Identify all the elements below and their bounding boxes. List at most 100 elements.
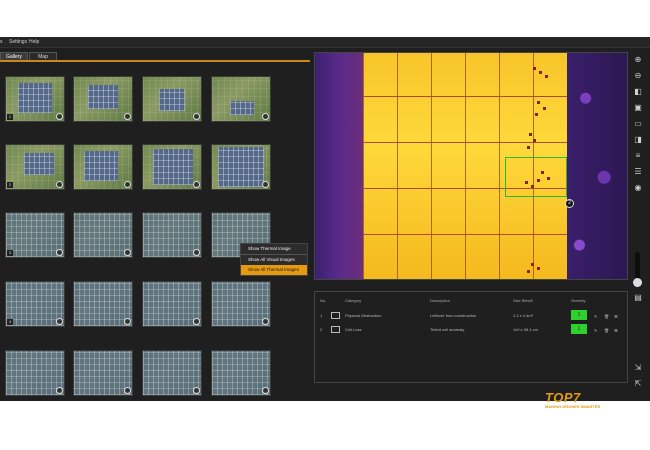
import-icon[interactable]: ⇲ <box>632 362 644 374</box>
gallery-thumbnail[interactable] <box>211 350 271 396</box>
col-header-description: Description <box>430 298 451 303</box>
logo-text: TOP7 <box>545 390 581 405</box>
severity-badge[interactable]: 1 <box>571 310 587 320</box>
attachment-icon[interactable]: ⌘ <box>614 327 621 335</box>
thermal-toggle-icon[interactable] <box>193 387 200 394</box>
image-gallery[interactable]: 1 2 3 4 <box>0 63 310 396</box>
filter-icon[interactable]: ☰ <box>632 166 644 178</box>
zoom-in-icon[interactable]: ⊕ <box>632 54 644 66</box>
col-header-no: No. <box>320 298 327 303</box>
gallery-thumbnail[interactable]: 3 <box>5 212 65 258</box>
hotspot-marker <box>537 267 540 270</box>
edit-icon[interactable]: ✎ <box>594 327 601 335</box>
gallery-thumbnail[interactable] <box>73 281 133 327</box>
thumbnail-number: 3 <box>7 250 13 256</box>
gallery-thumbnail[interactable] <box>73 212 133 258</box>
layers-icon[interactable]: ≡ <box>632 150 644 162</box>
thermal-toggle-icon[interactable] <box>124 113 131 120</box>
thermal-toggle-icon[interactable] <box>262 387 269 394</box>
anomaly-marker[interactable]: 2 <box>565 199 574 208</box>
thermal-toggle-icon[interactable] <box>56 181 63 188</box>
viewer-toolbar: ⊕ ⊖ ◧ ▣ ▭ ◨ ≡ ☰ ◉ ▤ <box>630 52 646 394</box>
hotspot-marker <box>533 139 536 142</box>
menu-item-settings[interactable]: Settings <box>9 39 27 45</box>
table-row[interactable]: 2 Cell Loss Tinted cell anomaly 1x0 x 98… <box>315 324 629 336</box>
row-category: Physical Obstruction <box>345 313 382 318</box>
gallery-thumbnail[interactable]: 2 <box>5 144 65 190</box>
row-description: Leftover from construction <box>430 313 477 318</box>
eye-icon[interactable]: ◉ <box>632 182 644 194</box>
severity-badge[interactable]: 1 <box>571 324 587 334</box>
menu-item-show-all-thermal-images[interactable]: Show All Thermal Images <box>241 265 307 275</box>
gallery-thumbnail[interactable] <box>142 281 202 327</box>
hotspot-marker <box>539 71 542 74</box>
gallery-thumbnail[interactable] <box>142 76 202 122</box>
row-size: 1.2 x 4.4m² <box>513 313 534 318</box>
gallery-thumbnail[interactable] <box>211 144 271 190</box>
export-icon[interactable]: ▤ <box>632 292 644 304</box>
attachment-icon[interactable]: ⌘ <box>614 313 621 321</box>
hotspot-marker <box>535 113 538 116</box>
finding-type-icon <box>331 312 340 319</box>
menu-item-show-thermal-image[interactable]: Show Thermal Image <box>241 244 307 254</box>
gallery-thumbnail[interactable] <box>5 350 65 396</box>
region-of-interest[interactable] <box>505 157 567 197</box>
gallery-thumbnail[interactable] <box>142 144 202 190</box>
thermal-toggle-icon[interactable] <box>193 318 200 325</box>
hotspot-marker <box>527 270 530 273</box>
zoom-out-icon[interactable]: ⊖ <box>632 70 644 82</box>
hotspot-marker <box>531 263 534 266</box>
image-compare-icon[interactable]: ◧ <box>632 86 644 98</box>
gallery-thumbnail[interactable] <box>73 350 133 396</box>
gallery-thumbnail[interactable] <box>73 144 133 190</box>
row-number: 2 <box>320 327 323 332</box>
hotspot-marker <box>543 107 546 110</box>
gallery-thumbnail[interactable] <box>73 76 133 122</box>
thermal-toggle-icon[interactable] <box>262 318 269 325</box>
thermal-right-edge <box>567 53 627 279</box>
edit-icon[interactable]: ✎ <box>594 313 601 321</box>
menu-item-show-all-visual-images[interactable]: Show All Visual Images <box>241 255 307 265</box>
thermal-toggle-icon[interactable] <box>56 113 63 120</box>
thermal-toggle-icon[interactable] <box>56 387 63 394</box>
thermal-toggle-icon[interactable] <box>56 318 63 325</box>
report-icon[interactable]: ⇱ <box>632 378 644 390</box>
col-header-category: Category <box>345 298 362 303</box>
thermal-toggle-icon[interactable] <box>124 387 131 394</box>
monitor-icon[interactable]: ▣ <box>632 102 644 114</box>
thermal-toggle-icon[interactable] <box>193 181 200 188</box>
menu-item-help[interactable]: Help <box>29 39 39 45</box>
gallery-thumbnail[interactable]: 1 <box>5 76 65 122</box>
gallery-thumbnail[interactable]: 4 <box>5 281 65 327</box>
thermal-left-edge <box>315 53 363 279</box>
thermal-toggle-icon[interactable] <box>124 181 131 188</box>
thermal-toggle-icon[interactable] <box>124 249 131 256</box>
findings-table: No. Category Description Size Bitmill Se… <box>314 291 628 383</box>
thumbnail-number: 2 <box>7 182 13 188</box>
hotspot-marker <box>529 133 532 136</box>
delete-icon[interactable]: 🗑 <box>604 327 611 335</box>
hotspot-marker <box>545 75 548 78</box>
col-header-severity: Severity <box>571 298 586 303</box>
app-window: s Settings Help Gallery Map 1 2 3 4 Show… <box>0 37 650 409</box>
hotspot-marker <box>533 67 536 70</box>
gallery-thumbnail[interactable] <box>142 212 202 258</box>
row-number: 1 <box>320 313 323 318</box>
delete-icon[interactable]: 🗑 <box>604 313 611 321</box>
gallery-thumbnail[interactable] <box>142 350 202 396</box>
gallery-thumbnail[interactable] <box>211 76 271 122</box>
thermal-toggle-icon[interactable] <box>56 249 63 256</box>
menu-item-file[interactable]: s <box>0 39 3 45</box>
thermal-toggle-icon[interactable] <box>124 318 131 325</box>
thumbnail-number: 1 <box>7 114 13 120</box>
rectangle-icon[interactable]: ▭ <box>632 118 644 130</box>
panel-icon[interactable]: ◨ <box>632 134 644 146</box>
thermal-image-viewer[interactable]: 2 <box>314 52 628 280</box>
table-row[interactable]: 1 Physical Obstruction Leftover from con… <box>315 310 629 322</box>
palette-slider-knob[interactable] <box>633 278 642 287</box>
gallery-thumbnail[interactable] <box>211 281 271 327</box>
thermal-toggle-icon[interactable] <box>193 113 200 120</box>
thermal-toggle-icon[interactable] <box>262 113 269 120</box>
thermal-toggle-icon[interactable] <box>262 181 269 188</box>
thermal-toggle-icon[interactable] <box>193 249 200 256</box>
